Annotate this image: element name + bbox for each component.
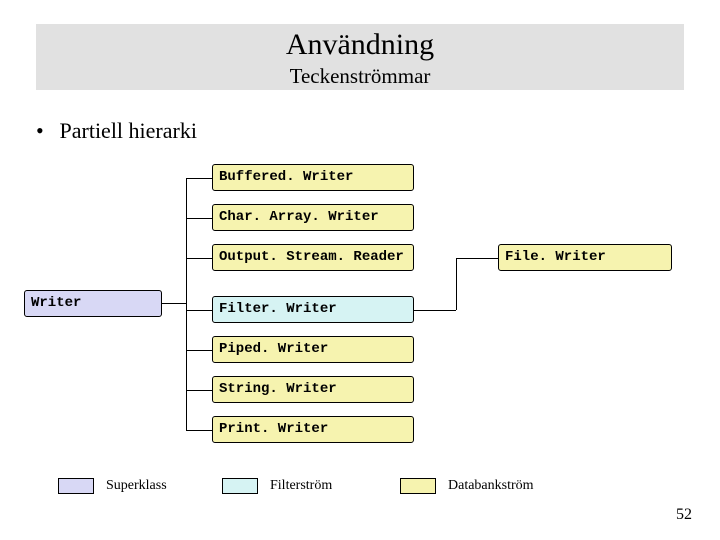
legend-filterstream: Filterström: [222, 478, 332, 494]
legend-swatch-filterstream: [222, 478, 258, 494]
connector-line: [414, 310, 456, 311]
node-output-stream-reader: Output. Stream. Reader: [212, 244, 414, 271]
node-buffered-writer: Buffered. Writer: [212, 164, 414, 191]
bullet-icon: •: [36, 118, 54, 144]
page-subtitle: Teckenströmmar: [36, 64, 684, 89]
page-title: Användning: [36, 24, 684, 62]
legend-label: Superklass: [106, 478, 167, 494]
node-char-array-writer: Char. Array. Writer: [212, 204, 414, 231]
legend-superclass: Superklass: [58, 478, 167, 494]
connector-line: [186, 430, 212, 431]
node-writer-root: Writer: [24, 290, 162, 317]
connector-line: [186, 218, 212, 219]
title-bar: Användning Teckenströmmar: [36, 24, 684, 90]
connector-line: [186, 178, 212, 179]
page-number: 52: [676, 506, 692, 524]
node-piped-writer: Piped. Writer: [212, 336, 414, 363]
legend-databankstream: Databankström: [400, 478, 534, 494]
legend-label: Filterström: [270, 478, 332, 494]
connector-line: [186, 258, 212, 259]
bullet-text: Partiell hierarki: [60, 118, 197, 143]
node-file-writer: File. Writer: [498, 244, 672, 271]
connector-line: [186, 310, 212, 311]
legend-swatch-databankstream: [400, 478, 436, 494]
legend-label: Databankström: [448, 478, 534, 494]
connector-line: [186, 390, 212, 391]
node-print-writer: Print. Writer: [212, 416, 414, 443]
connector-line: [456, 258, 457, 310]
node-filter-writer: Filter. Writer: [212, 296, 414, 323]
node-string-writer: String. Writer: [212, 376, 414, 403]
legend-swatch-superclass: [58, 478, 94, 494]
connector-line: [186, 178, 187, 430]
connector-line: [186, 350, 212, 351]
connector-line: [162, 303, 186, 304]
bullet-item: • Partiell hierarki: [36, 118, 197, 144]
connector-line: [456, 258, 498, 259]
